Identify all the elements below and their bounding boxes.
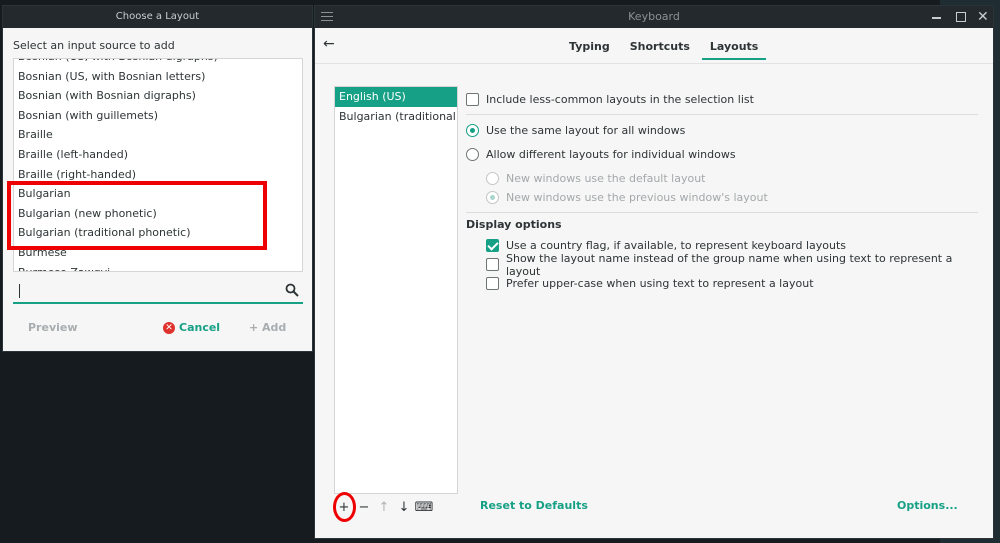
options-button[interactable]: Options... — [897, 499, 958, 512]
new-default-radio — [486, 172, 499, 185]
divider — [466, 212, 978, 213]
remove-layout-button[interactable]: − — [354, 497, 374, 517]
include-less-common-checkbox[interactable] — [466, 93, 479, 106]
list-item[interactable]: Braille — [14, 125, 302, 145]
search-input[interactable] — [13, 280, 273, 302]
country-flag-checkbox[interactable] — [486, 239, 499, 252]
minimize-icon[interactable] — [929, 9, 945, 25]
layout-settings: Include less-common layouts in the selec… — [466, 86, 978, 293]
different-layouts-label: Allow different layouts for individual w… — [486, 148, 736, 161]
include-less-common-row[interactable]: Include less-common layouts in the selec… — [466, 90, 978, 109]
same-layout-radio[interactable] — [466, 124, 479, 137]
include-less-common-label: Include less-common layouts in the selec… — [486, 93, 754, 106]
dialog-prompt: Select an input source to add — [13, 39, 175, 52]
list-item[interactable]: Bosnian (US, with Bosnian letters) — [14, 67, 302, 87]
dialog-title: Choose a Layout — [3, 6, 312, 28]
header-bar: ← Typing Shortcuts Layouts — [315, 28, 993, 64]
close-icon[interactable]: ✕ — [975, 9, 991, 25]
different-layouts-row[interactable]: Allow different layouts for individual w… — [466, 145, 978, 164]
layout-item-bulgarian[interactable]: Bulgarian (traditional phonetic) — [335, 107, 457, 127]
cancel-icon: ✕ — [163, 321, 175, 334]
reset-defaults-button[interactable]: Reset to Defaults — [480, 499, 588, 512]
new-previous-label: New windows use the previous window's la… — [506, 191, 768, 204]
different-layouts-radio[interactable] — [466, 148, 479, 161]
upper-case-row[interactable]: Prefer upper-case when using text to rep… — [466, 274, 978, 293]
list-item[interactable]: Bosnian (US, with Bosnian digraphs) — [14, 59, 302, 67]
layout-item-english[interactable]: English (US) — [335, 87, 457, 107]
cancel-button[interactable]: ✕ Cancel — [163, 321, 220, 334]
add-layout-button[interactable]: + — [334, 497, 354, 517]
search-icon[interactable] — [285, 283, 299, 297]
preview-button[interactable]: Preview — [28, 321, 78, 334]
move-up-icon[interactable]: ↑ — [374, 497, 394, 517]
list-item[interactable]: Braille (right-handed) — [14, 165, 302, 185]
list-item[interactable]: Bulgarian (new phonetic) — [14, 204, 302, 224]
list-item[interactable]: Burmese Zawgyi — [14, 263, 302, 271]
upper-case-label: Prefer upper-case when using text to rep… — [506, 277, 814, 290]
new-previous-radio — [486, 191, 499, 204]
choose-layout-dialog: Choose a Layout Select an input source t… — [2, 5, 313, 352]
keyboard-icon[interactable]: ⌨ — [414, 497, 434, 517]
layout-name-row[interactable]: Show the layout name instead of the grou… — [466, 252, 978, 278]
same-layout-label: Use the same layout for all windows — [486, 124, 686, 137]
list-item[interactable]: Braille (left-handed) — [14, 145, 302, 165]
tab-layouts[interactable]: Layouts — [701, 36, 767, 60]
list-item[interactable]: Bulgarian — [14, 184, 302, 204]
new-default-label: New windows use the default layout — [506, 172, 706, 185]
tab-shortcuts[interactable]: Shortcuts — [622, 36, 698, 60]
window-title: Keyboard — [628, 10, 680, 23]
layout-list-toolbar: + − ↑ ↓ ⌨ — [334, 494, 434, 520]
move-down-icon[interactable]: ↓ — [394, 497, 414, 517]
list-item[interactable]: Burmese — [14, 243, 302, 263]
upper-case-checkbox[interactable] — [486, 277, 499, 290]
display-options-title: Display options — [466, 218, 562, 231]
new-previous-row: New windows use the previous window's la… — [466, 188, 978, 207]
keyboard-window: Keyboard ✕ ← Typing Shortcuts Layouts En… — [314, 5, 994, 539]
layout-list: English (US) Bulgarian (traditional phon… — [334, 86, 458, 494]
country-flag-label: Use a country flag, if available, to rep… — [506, 239, 847, 252]
back-arrow-icon[interactable]: ← — [323, 37, 339, 53]
list-item[interactable]: Bosnian (with Bosnian digraphs) — [14, 86, 302, 106]
tab-typing[interactable]: Typing — [561, 36, 618, 60]
search-row — [13, 278, 303, 304]
new-default-row: New windows use the default layout — [466, 169, 978, 188]
maximize-icon[interactable] — [953, 9, 969, 25]
same-layout-row[interactable]: Use the same layout for all windows — [466, 121, 978, 140]
keyboard-titlebar: Keyboard ✕ — [315, 6, 993, 28]
input-source-list[interactable]: Bosnian (US, with Bosnian digraphs) Bosn… — [13, 58, 303, 272]
divider — [466, 114, 978, 115]
add-button[interactable]: + Add — [249, 321, 286, 334]
tab-bar: Typing Shortcuts Layouts — [561, 36, 770, 60]
cancel-label: Cancel — [179, 321, 221, 334]
text-caret — [19, 284, 20, 298]
layout-name-checkbox[interactable] — [486, 258, 499, 271]
list-item[interactable]: Bosnian (with guillemets) — [14, 106, 302, 126]
list-item[interactable]: Bulgarian (traditional phonetic) — [14, 223, 302, 243]
